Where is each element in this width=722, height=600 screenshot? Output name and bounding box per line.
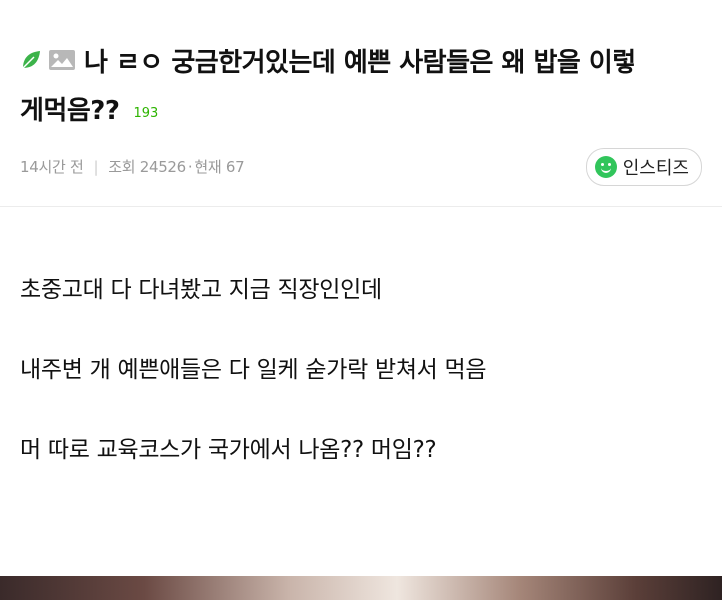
post-title-row: 나 ㄹㅇ 궁금한거있는데 예쁜 사람들은 왜 밥을 이렇 xyxy=(20,42,636,78)
board-name: 인스티즈 xyxy=(622,158,689,179)
body-line: 머 따로 교육코스가 국가에서 나옴?? 머임?? xyxy=(20,437,437,463)
header-divider xyxy=(0,206,722,207)
post-title[interactable]: 나 ㄹㅇ 궁금한거있는데 예쁜 사람들은 왜 밥을 이렇 xyxy=(84,42,636,79)
board-badge[interactable]: 인스티즈 xyxy=(585,148,702,186)
leaf-icon xyxy=(20,49,42,71)
body-line: 내주변 개 예쁜애들은 다 일케 숟가락 받쳐서 먹음 xyxy=(20,357,487,383)
smile-icon xyxy=(594,156,617,178)
post-meta: 14시간 전 | 조회 24526 · 현재 67 xyxy=(20,156,245,177)
view-count: 조회 24526 xyxy=(108,158,186,176)
current-viewers: 현재 67 xyxy=(194,158,245,176)
meta-separator: | xyxy=(93,157,99,176)
comment-count[interactable]: 193 xyxy=(133,106,158,121)
post-time: 14시간 전 xyxy=(20,158,84,176)
image-icon xyxy=(48,49,76,71)
post-photo xyxy=(0,576,722,600)
post-title-row-2: 게먹음?? 193 xyxy=(20,90,158,126)
post-title-continued[interactable]: 게먹음?? xyxy=(20,90,120,127)
body-line: 초중고대 다 다녀봤고 지금 직장인인데 xyxy=(20,277,382,303)
post-header: 나 ㄹㅇ 궁금한거있는데 예쁜 사람들은 왜 밥을 이렇 게먹음?? 193 1… xyxy=(0,0,722,206)
meta-dot: · xyxy=(187,157,193,176)
